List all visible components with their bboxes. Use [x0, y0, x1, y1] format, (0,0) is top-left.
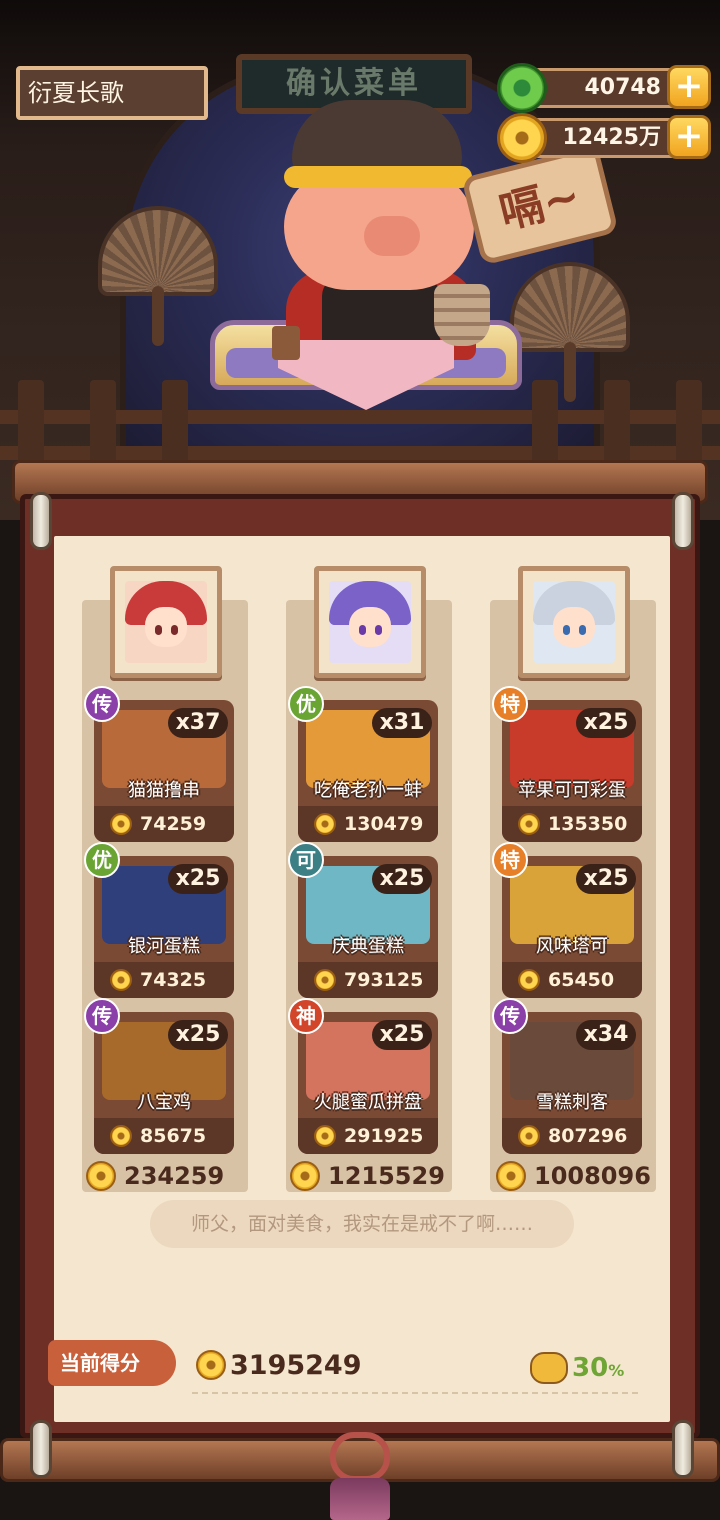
rod-cap-top-right: [672, 492, 694, 550]
dish-name: 火腿蜜瓜拼盘: [314, 1092, 422, 1113]
coin-icon: [496, 1161, 526, 1191]
coin-icon: [290, 1161, 320, 1191]
coin-icon: [518, 813, 540, 835]
dish-price: 793125: [344, 969, 424, 991]
jade-resource: 40748 +: [497, 63, 711, 113]
dish-rank-badge: 优: [288, 686, 324, 722]
coin-icon: [314, 813, 336, 835]
dish-card[interactable]: x37 传 猫猫撸串 74259: [84, 686, 234, 842]
coin-icon: [110, 813, 132, 835]
dish-quantity: x34: [576, 1020, 636, 1050]
add-jade-button[interactable]: +: [667, 65, 711, 109]
customer-portrait-3[interactable]: [518, 566, 630, 678]
dish-quantity: x25: [372, 1020, 432, 1050]
dish-quantity: x37: [168, 708, 228, 738]
dish-card[interactable]: x25 神 火腿蜜瓜拼盘 291925: [288, 998, 438, 1154]
dish-quantity: x25: [168, 864, 228, 894]
rod-cap-bottom-right: [672, 1420, 694, 1478]
dish-quantity: x25: [372, 864, 432, 894]
dish-price: 291925: [344, 1125, 424, 1147]
dish-price: 135350: [548, 813, 628, 835]
dish-price: 74325: [140, 969, 207, 991]
dish-name: 雪糕刺客: [536, 1092, 608, 1113]
dish-card[interactable]: x25 传 八宝鸡 85675: [84, 998, 234, 1154]
dish-card[interactable]: x25 优 银河蛋糕 74325: [84, 842, 234, 998]
pig-snout: [364, 216, 420, 256]
jade-value: 40748: [584, 75, 661, 100]
dish-name: 苹果可可彩蛋: [518, 780, 626, 801]
dish-quantity: x31: [372, 708, 432, 738]
dish-quantity: x25: [576, 864, 636, 894]
dish-rank-badge: 优: [84, 842, 120, 878]
coin-value: 12425万: [562, 125, 661, 150]
dialogue-quote: 师父，面对美食，我实在是戒不了啊……: [150, 1200, 574, 1248]
dish-price: 74259: [140, 813, 207, 835]
coin-icon: [196, 1350, 226, 1380]
bonus-percent: 30%: [572, 1353, 625, 1383]
coin-icon: [110, 1125, 132, 1147]
current-score-value: 3195249: [230, 1350, 362, 1381]
dish-card[interactable]: x31 优 吃俺老孙一蚌 130479: [288, 686, 438, 842]
dish-name: 庆典蛋糕: [332, 936, 404, 957]
dish-rank-badge: 传: [492, 998, 528, 1034]
dish-card[interactable]: x25 特 苹果可可彩蛋 135350: [492, 686, 642, 842]
dish-rank-badge: 可: [288, 842, 324, 878]
dish-price: 85675: [140, 1125, 207, 1147]
dish-quantity: x25: [168, 1020, 228, 1050]
dish-rank-badge: 传: [84, 998, 120, 1034]
stacked-bowls-icon: [434, 284, 490, 346]
game-screen: 确认菜单 嗝~ 衍夏长歌 40748 + 12425万 + x37 传 猫猫撸串…: [0, 0, 720, 1520]
chinese-knot-icon: [330, 1432, 390, 1482]
tassel-icon: [330, 1478, 390, 1520]
coin-resource: 12425万 +: [497, 113, 711, 163]
dish-name: 吃俺老孙一蚌: [314, 780, 422, 801]
left-fan-icon: [98, 206, 218, 346]
score-divider: [192, 1392, 638, 1394]
customer-portrait-1[interactable]: [110, 566, 222, 678]
coin-icon: [86, 1161, 116, 1191]
coin-icon: [518, 969, 540, 991]
dish-rank-badge: 特: [492, 842, 528, 878]
right-fan-icon: [510, 262, 630, 402]
coin-icon: [314, 1125, 336, 1147]
customer-portrait-2[interactable]: [314, 566, 426, 678]
current-score-label: 当前得分: [48, 1340, 176, 1386]
chopstick-cup-icon: [272, 326, 300, 360]
dish-quantity: x25: [576, 708, 636, 738]
coin-icon: [110, 969, 132, 991]
dish-rank-badge: 特: [492, 686, 528, 722]
dish-card[interactable]: x34 传 雪糕刺客 807296: [492, 998, 642, 1154]
dish-name: 银河蛋糕: [128, 936, 200, 957]
coin-icon: [314, 969, 336, 991]
rod-cap-top-left: [30, 492, 52, 550]
rod-cap-bottom-left: [30, 1420, 52, 1478]
player-name[interactable]: 衍夏长歌: [16, 66, 208, 120]
dish-price: 65450: [548, 969, 615, 991]
dish-name: 风味塔可: [536, 936, 608, 957]
pig-golden-band: [284, 166, 472, 188]
dish-price: 807296: [548, 1125, 628, 1147]
dish-rank-badge: 传: [84, 686, 120, 722]
jade-icon: [497, 63, 547, 113]
dish-card[interactable]: x25 可 庆典蛋糕 793125: [288, 842, 438, 998]
coin-icon: [497, 113, 547, 163]
dish-name: 八宝鸡: [137, 1092, 191, 1113]
dish-name: 猫猫撸串: [128, 780, 200, 801]
add-coins-button[interactable]: +: [667, 115, 711, 159]
dish-rank-badge: 神: [288, 998, 324, 1034]
dish-card[interactable]: x25 特 风味塔可 65450: [492, 842, 642, 998]
piggy-bank-icon: [530, 1352, 568, 1384]
dish-price: 130479: [344, 813, 424, 835]
coin-icon: [518, 1125, 540, 1147]
